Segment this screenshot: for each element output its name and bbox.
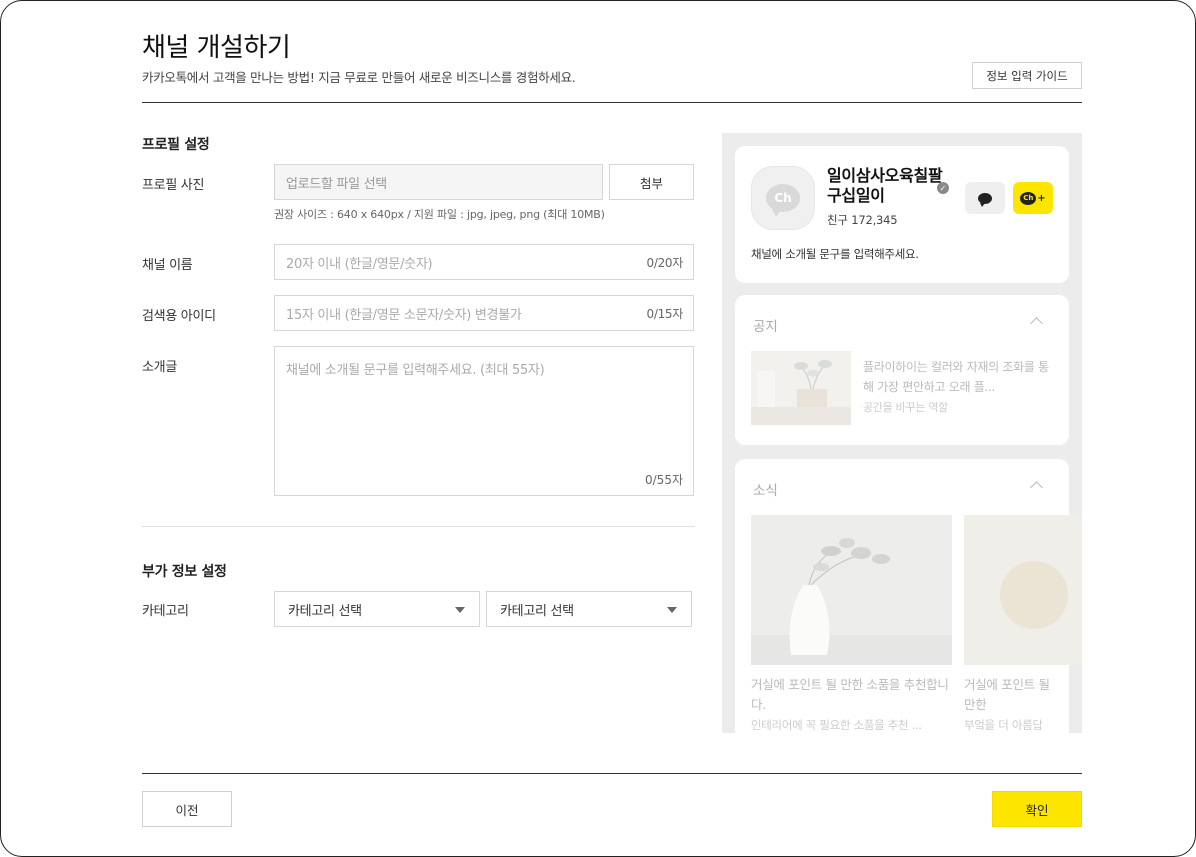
- intro-textarea[interactable]: 채널에 소개될 문구를 입력해주세요. (최대 55자) 0/55자: [274, 346, 694, 496]
- category-label: 카테고리: [142, 604, 189, 619]
- intro-label: 소개글: [142, 360, 177, 375]
- profile-photo-label: 프로필 사진: [142, 178, 205, 193]
- preview-intro: 채널에 소개될 문구를 입력해주세요.: [751, 247, 919, 261]
- channel-preview-panel[interactable]: Ch 일이삼사오육칠팔구십일이 ✓ 친구 172,345 Ch + 채널에 소개될…: [722, 133, 1082, 733]
- section-divider: [142, 526, 695, 527]
- category-select-1[interactable]: 카테고리 선택: [274, 591, 480, 627]
- notice-subtext: 공간을 바꾸는 역할: [863, 401, 948, 414]
- add-friend-icon: Ch: [1020, 191, 1037, 205]
- channel-avatar-icon: Ch: [766, 184, 800, 217]
- add-friend-plus: +: [1037, 192, 1046, 204]
- search-id-input[interactable]: 15자 이내 (한글/영문 소문자/숫자) 변경불가 0/15자: [274, 295, 694, 331]
- intro-counter: 0/55자: [645, 473, 683, 487]
- verified-icon: ✓: [937, 182, 949, 194]
- add-friend-icon-text: Ch: [1023, 194, 1034, 202]
- profile-section-title: 프로필 설정: [142, 137, 210, 153]
- prev-button[interactable]: 이전: [142, 791, 232, 827]
- avatar-text: Ch: [774, 191, 792, 205]
- news-item-text: 거실에 포인트 될 만한 소품을 추천합니다.: [751, 677, 949, 712]
- add-friend-button[interactable]: Ch +: [1013, 182, 1053, 214]
- news-item-text: 거실에 포인트 될 만한: [964, 677, 1050, 712]
- chat-button[interactable]: [965, 182, 1005, 214]
- search-id-counter: 0/15자: [646, 306, 684, 321]
- news-image-2: [964, 515, 1082, 665]
- caret-down-icon: [667, 607, 677, 613]
- category-select-1-value: 카테고리 선택: [288, 603, 362, 619]
- search-id-placeholder: 15자 이내 (한글/영문 소문자/숫자) 변경불가: [286, 307, 522, 323]
- search-id-label: 검색용 아이디: [142, 309, 216, 324]
- guide-button[interactable]: 정보 입력 가이드: [972, 62, 1082, 89]
- avatar: Ch: [751, 166, 815, 230]
- header-divider: [142, 102, 1082, 103]
- category-select-2-value: 카테고리 선택: [500, 603, 574, 619]
- news-image-1: [751, 515, 952, 665]
- confirm-button[interactable]: 확인: [992, 791, 1082, 827]
- notice-image: [751, 351, 851, 425]
- chat-icon: [978, 192, 992, 207]
- preview-friends-count: 친구 172,345: [827, 213, 898, 227]
- extra-section-title: 부가 정보 설정: [142, 564, 227, 580]
- news-title: 소식: [753, 483, 778, 499]
- news-item-subtext: 부엌을 더 아름답: [964, 718, 1043, 732]
- preview-notice-card: 공지 플라이하이는 컬러와 자재의 조화를 통해 가장 편안하고 오래 플...…: [735, 295, 1069, 445]
- channel-name-counter: 0/20자: [646, 255, 684, 270]
- intro-placeholder: 채널에 소개될 문구를 입력해주세요. (최대 55자): [286, 363, 545, 378]
- footer-divider: [142, 773, 1082, 774]
- category-select-2[interactable]: 카테고리 선택: [486, 591, 692, 627]
- channel-name-label: 채널 이름: [142, 258, 193, 273]
- chevron-up-icon[interactable]: [1030, 317, 1043, 330]
- window-frame: 채널 개설하기 카카오톡에서 고객을 만나는 방법! 지금 무료로 만들어 새로…: [0, 0, 1196, 857]
- profile-photo-hint: 권장 사이즈 : 640 x 640px / 지원 파일 : jpg, jpeg…: [274, 208, 605, 221]
- channel-name-placeholder: 20자 이내 (한글/영문/숫자): [286, 256, 433, 272]
- preview-profile-card: Ch 일이삼사오육칠팔구십일이 ✓ 친구 172,345 Ch + 채널에 소개될…: [735, 146, 1069, 283]
- news-item-subtext: 인테리어에 꼭 필요한 소품을 추천 ...: [751, 718, 922, 732]
- preview-channel-name: 일이삼사오육칠팔구십일이: [827, 166, 943, 205]
- news-thumbnail: [964, 515, 1082, 665]
- profile-photo-input[interactable]: 업로드할 파일 선택: [274, 164, 603, 200]
- notice-thumbnail: [751, 351, 851, 425]
- channel-name-input[interactable]: 20자 이내 (한글/영문/숫자) 0/20자: [274, 244, 694, 280]
- attach-button[interactable]: 첨부: [609, 164, 694, 200]
- notice-text: 플라이하이는 컬러와 자재의 조화를 통해 가장 편안하고 오래 플...: [863, 360, 1049, 394]
- profile-photo-placeholder: 업로드할 파일 선택: [286, 176, 387, 192]
- caret-down-icon: [455, 607, 465, 613]
- page-title: 채널 개설하기: [142, 33, 291, 63]
- preview-news-card: 소식 거실에 포인트 될 만한 소품을 추천합니다. 인테리어에 꼭 필요한 소…: [735, 459, 1082, 733]
- page-subtitle: 카카오톡에서 고객을 만나는 방법! 지금 무료로 만들어 새로운 비즈니스를 …: [142, 70, 576, 85]
- news-thumbnail: [751, 515, 952, 665]
- chevron-up-icon[interactable]: [1030, 481, 1043, 494]
- notice-title: 공지: [753, 319, 778, 335]
